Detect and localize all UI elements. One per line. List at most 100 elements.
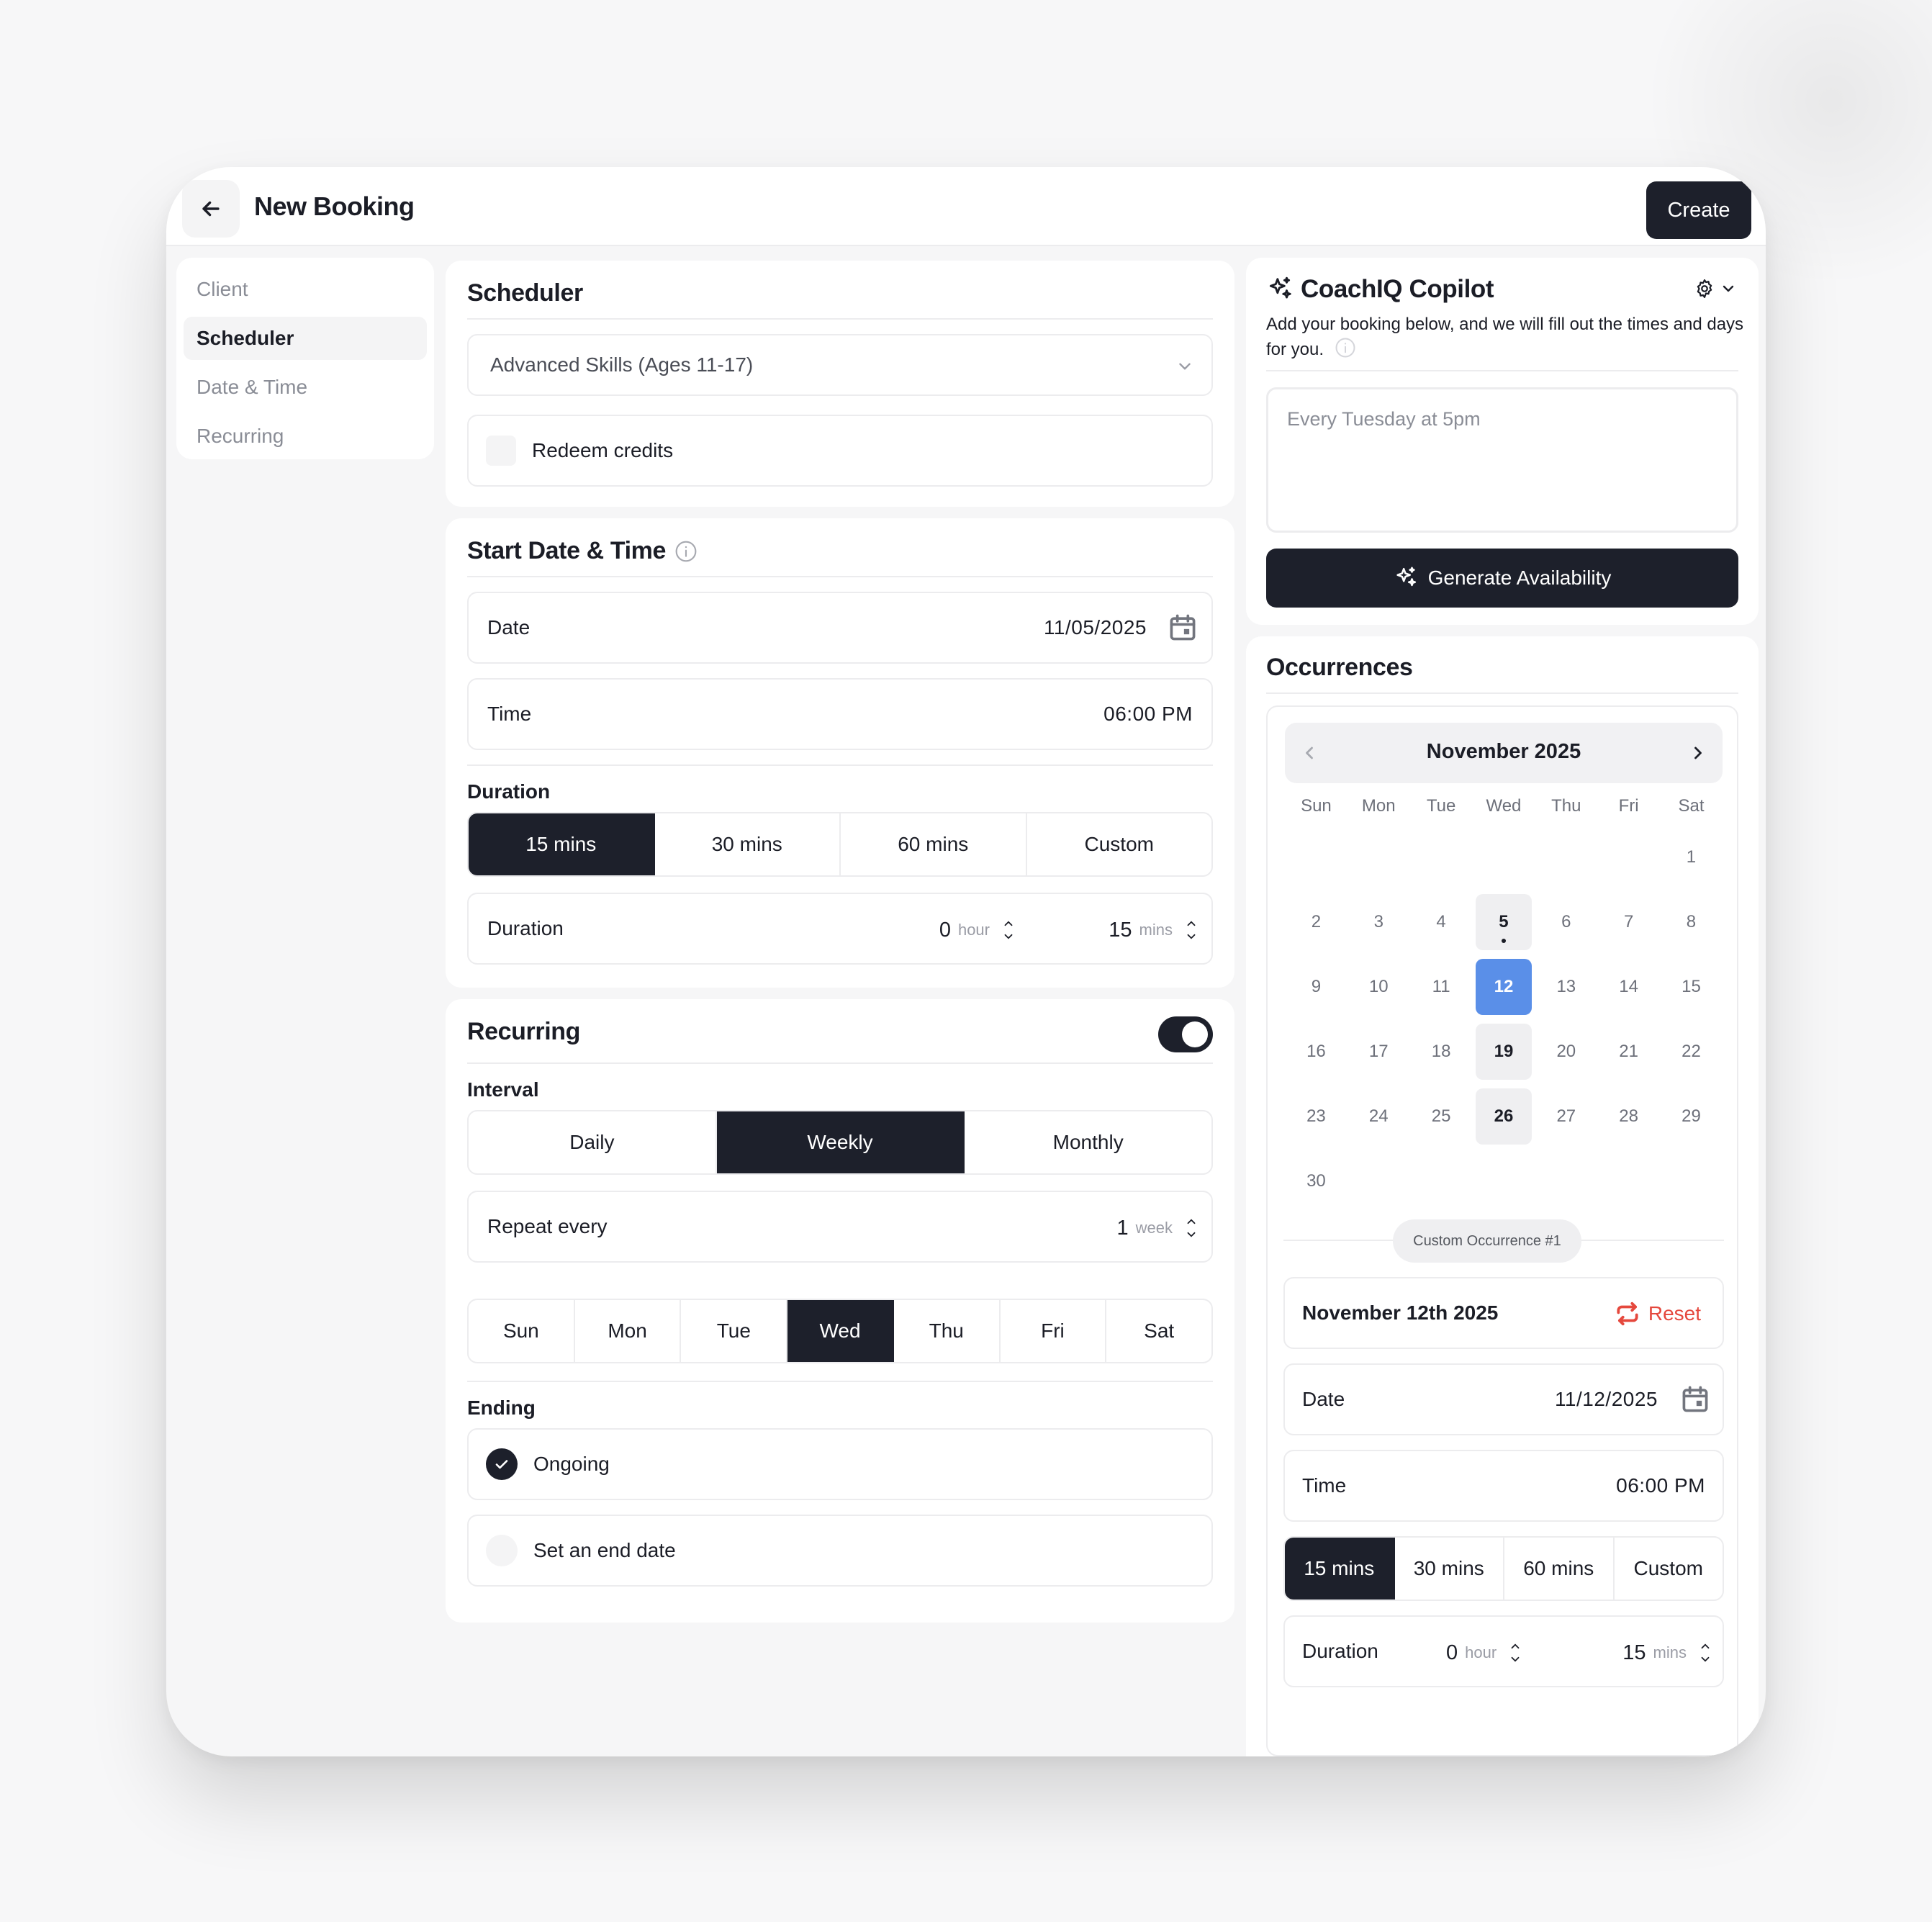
calendar-day[interactable]: 5 [1473, 890, 1535, 955]
calendar-weeks: 1 2 3 4 5 6 7 8 9 10 11 12 13 14 15 16 17 18 19 20 21 22 23 24 2… [1285, 825, 1723, 1214]
calendar-day[interactable]: 13 [1535, 955, 1597, 1019]
interval-option-monthly[interactable]: Monthly [965, 1111, 1211, 1173]
mins-stepper[interactable] [1183, 910, 1200, 950]
redeem-credits-row[interactable]: Redeem credits [467, 415, 1213, 487]
hours-stepper[interactable] [1000, 910, 1017, 950]
occurrence-duration-60[interactable]: 60 mins [1504, 1538, 1615, 1600]
occurrence-hours-input[interactable]: 0 hour [1446, 1631, 1524, 1674]
interval-option-daily[interactable]: Daily [469, 1111, 717, 1173]
calendar-day[interactable]: 6 [1535, 890, 1597, 955]
occurrence-duration-30[interactable]: 30 mins [1395, 1538, 1504, 1600]
weekday-tue[interactable]: Tue [681, 1300, 788, 1362]
weekday-thu[interactable]: Thu [894, 1300, 1001, 1362]
weekday-fri[interactable]: Fri [1001, 1300, 1107, 1362]
calendar-day[interactable]: 11 [1410, 955, 1473, 1019]
start-date-field[interactable]: Date 11/05/2025 [467, 592, 1213, 664]
nav-item-client[interactable]: Client [184, 268, 427, 311]
calendar-day[interactable]: 8 [1660, 890, 1723, 955]
calendar-day[interactable]: 14 [1597, 955, 1660, 1019]
calendar-day-number: 14 [1619, 977, 1638, 996]
chevron-down-icon[interactable] [1002, 930, 1015, 943]
reset-button[interactable]: Reset [1614, 1300, 1701, 1327]
occurrence-mins-input[interactable]: 15 mins [1622, 1631, 1714, 1674]
occurrence-hours-stepper[interactable] [1507, 1633, 1524, 1673]
occurrence-date-field[interactable]: Date 11/12/2025 [1283, 1363, 1724, 1435]
chevron-up-icon[interactable] [1002, 917, 1015, 930]
calendar-day[interactable]: 28 [1597, 1084, 1660, 1149]
calendar-day[interactable]: 19 [1473, 1019, 1535, 1084]
copilot-settings-button[interactable] [1694, 278, 1737, 299]
chevron-down-icon[interactable] [1185, 930, 1198, 943]
calendar-day[interactable]: 15 [1660, 955, 1723, 1019]
calendar-day[interactable]: 27 [1535, 1084, 1597, 1149]
chevron-up-icon[interactable] [1185, 917, 1198, 930]
calendar-day[interactable]: 1 [1660, 825, 1723, 890]
repeat-every-input[interactable]: 1 week [1117, 1206, 1201, 1250]
calendar-day[interactable]: 21 [1597, 1019, 1660, 1084]
calendar-day[interactable]: 12 [1473, 955, 1535, 1019]
chevron-up-icon[interactable] [1185, 1215, 1198, 1228]
start-time-field[interactable]: Time 06:00 PM [467, 678, 1213, 750]
weekday-wed[interactable]: Wed [787, 1300, 894, 1362]
calendar-day[interactable]: 29 [1660, 1084, 1723, 1149]
calendar-day[interactable]: 30 [1285, 1149, 1348, 1214]
duration-option-15[interactable]: 15 mins [469, 813, 655, 875]
recurring-toggle[interactable] [1158, 1016, 1213, 1052]
radio-checked-icon[interactable] [486, 1448, 518, 1480]
calendar-icon[interactable] [1167, 612, 1199, 644]
calendar-icon[interactable] [1679, 1384, 1711, 1415]
program-select[interactable]: Advanced Skills (Ages 11-17) [467, 334, 1213, 396]
copilot-prompt-input[interactable]: Every Tuesday at 5pm [1266, 387, 1738, 533]
duration-option-30[interactable]: 30 mins [655, 813, 841, 875]
section-nav: Client Scheduler Date & Time Recurring [176, 258, 434, 459]
calendar-day[interactable]: 7 [1597, 890, 1660, 955]
chevron-right-icon[interactable] [1688, 743, 1708, 763]
redeem-credits-checkbox[interactable] [486, 436, 516, 466]
calendar-day[interactable]: 16 [1285, 1019, 1348, 1084]
chevron-down-icon[interactable] [1509, 1653, 1522, 1666]
weekday-mon[interactable]: Mon [575, 1300, 682, 1362]
calendar-day[interactable]: 10 [1348, 955, 1410, 1019]
weekday-sun[interactable]: Sun [469, 1300, 575, 1362]
calendar-day[interactable]: 17 [1348, 1019, 1410, 1084]
occurrence-duration-15[interactable]: 15 mins [1285, 1538, 1395, 1600]
chevron-down-icon[interactable] [1699, 1653, 1712, 1666]
mins-input[interactable]: 15 mins [1109, 908, 1200, 952]
calendar-day[interactable]: 9 [1285, 955, 1348, 1019]
radio-unchecked-icon[interactable] [486, 1535, 518, 1566]
weekday-sat[interactable]: Sat [1106, 1300, 1211, 1362]
ending-ongoing-option[interactable]: Ongoing [467, 1428, 1213, 1500]
hours-input[interactable]: 0 hour [939, 908, 1017, 952]
occurrence-mins-stepper[interactable] [1697, 1633, 1714, 1673]
generate-availability-button[interactable]: Generate Availability [1266, 549, 1738, 608]
create-button[interactable]: Create [1646, 181, 1751, 239]
repeat-every-stepper[interactable] [1183, 1208, 1200, 1248]
nav-item-date-time[interactable]: Date & Time [184, 366, 427, 409]
nav-item-recurring[interactable]: Recurring [184, 415, 427, 458]
calendar-grid: Sun Mon Tue Wed Thu Fri Sat 1 2 3 4 5 6 7 8 9 10 1… [1285, 796, 1723, 1214]
back-button[interactable] [182, 180, 240, 238]
duration-option-60[interactable]: 60 mins [841, 813, 1027, 875]
occurrence-time-field[interactable]: Time 06:00 PM [1283, 1450, 1724, 1522]
chevron-up-icon[interactable] [1699, 1640, 1712, 1653]
chevron-up-icon[interactable] [1509, 1640, 1522, 1653]
calendar-day[interactable]: 4 [1410, 890, 1473, 955]
calendar-day[interactable]: 25 [1410, 1084, 1473, 1149]
chevron-down-icon[interactable] [1185, 1228, 1198, 1241]
calendar-day[interactable]: 24 [1348, 1084, 1410, 1149]
info-icon[interactable] [1335, 337, 1356, 358]
calendar-day[interactable]: 26 [1473, 1084, 1535, 1149]
calendar-day[interactable]: 20 [1535, 1019, 1597, 1084]
ending-end-date-option[interactable]: Set an end date [467, 1515, 1213, 1587]
interval-option-weekly[interactable]: Weekly [716, 1111, 965, 1173]
calendar-day[interactable]: 3 [1348, 890, 1410, 955]
calendar-day[interactable]: 22 [1660, 1019, 1723, 1084]
occurrence-duration-custom[interactable]: Custom [1615, 1538, 1723, 1600]
info-icon[interactable] [674, 540, 698, 563]
divider [467, 764, 1213, 766]
duration-option-custom[interactable]: Custom [1027, 813, 1212, 875]
nav-item-scheduler[interactable]: Scheduler [184, 317, 427, 360]
calendar-day[interactable]: 2 [1285, 890, 1348, 955]
calendar-day[interactable]: 23 [1285, 1084, 1348, 1149]
calendar-day[interactable]: 18 [1410, 1019, 1473, 1084]
